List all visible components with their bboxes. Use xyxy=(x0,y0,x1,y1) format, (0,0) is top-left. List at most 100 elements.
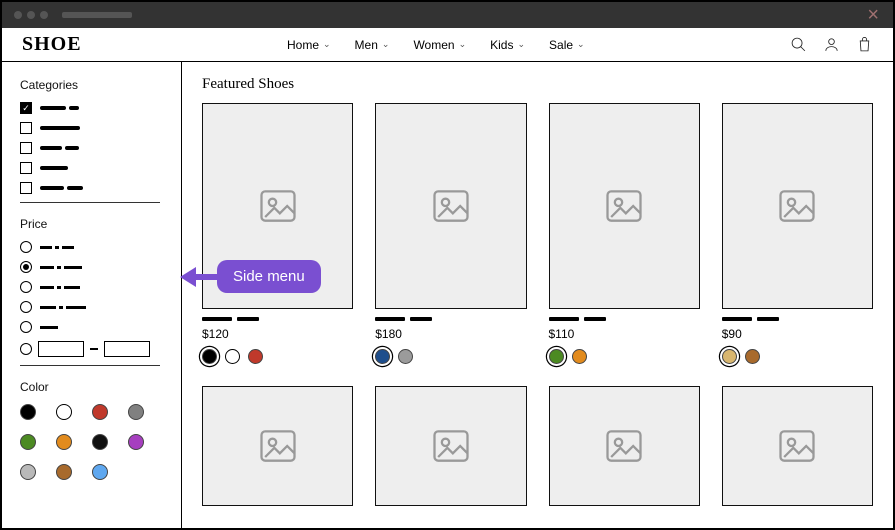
color-swatch[interactable] xyxy=(128,434,144,450)
product-image-placeholder xyxy=(202,103,353,309)
price-option[interactable] xyxy=(20,301,163,313)
nav-label: Home xyxy=(287,38,319,52)
price-label-placeholder xyxy=(40,246,74,249)
window-dot[interactable] xyxy=(27,11,35,19)
product-card[interactable]: $180 xyxy=(375,103,526,364)
product-price: $180 xyxy=(375,327,526,341)
divider xyxy=(20,365,160,366)
color-swatch[interactable] xyxy=(92,434,108,450)
window-frame: × SHOE Home ⌄ Men⌄ Women⌄ Kids⌄ Sale ⌄ Cat… xyxy=(0,0,895,530)
product-card[interactable] xyxy=(722,386,873,506)
category-option[interactable] xyxy=(20,122,163,134)
content: Categories Price xyxy=(2,62,893,528)
radio-icon[interactable] xyxy=(20,301,32,313)
product-card[interactable] xyxy=(549,386,700,506)
product-color-swatch[interactable] xyxy=(549,349,564,364)
close-icon[interactable]: × xyxy=(867,8,879,22)
nav-item-kids[interactable]: Kids⌄ xyxy=(490,38,525,52)
nav-label: Sale xyxy=(549,38,573,52)
category-label-placeholder xyxy=(40,106,79,110)
product-meta: $110 xyxy=(549,317,700,364)
product-card[interactable] xyxy=(375,386,526,506)
color-swatch[interactable] xyxy=(128,404,144,420)
checkbox-icon[interactable] xyxy=(20,182,32,194)
color-swatch[interactable] xyxy=(56,464,72,480)
nav-item-home[interactable]: Home ⌄ xyxy=(287,38,331,52)
price-option[interactable] xyxy=(20,281,163,293)
product-image-placeholder xyxy=(722,103,873,309)
price-option[interactable] xyxy=(20,261,163,273)
color-swatch[interactable] xyxy=(20,404,36,420)
window-dot[interactable] xyxy=(40,11,48,19)
sidebar: Categories Price xyxy=(2,62,182,528)
user-icon[interactable] xyxy=(823,36,840,53)
product-color-swatch[interactable] xyxy=(225,349,240,364)
titlebar: × xyxy=(2,2,893,28)
product-card[interactable]: $120 xyxy=(202,103,353,364)
product-name-placeholder xyxy=(549,317,700,321)
window-controls[interactable] xyxy=(14,11,48,19)
category-option[interactable] xyxy=(20,142,163,154)
category-option[interactable] xyxy=(20,162,163,174)
chevron-down-icon: ⌄ xyxy=(323,39,331,50)
color-swatch[interactable] xyxy=(56,404,72,420)
product-color-swatch[interactable] xyxy=(375,349,390,364)
radio-icon[interactable] xyxy=(20,281,32,293)
price-label-placeholder xyxy=(40,326,58,329)
checkbox-icon[interactable] xyxy=(20,162,32,174)
radio-icon[interactable] xyxy=(20,343,32,355)
category-option[interactable] xyxy=(20,102,163,114)
price-custom-range[interactable] xyxy=(20,341,163,357)
sidebar-categories: Categories xyxy=(20,78,163,203)
product-color-swatch[interactable] xyxy=(398,349,413,364)
price-option[interactable] xyxy=(20,241,163,253)
nav-item-men[interactable]: Men⌄ xyxy=(355,38,390,52)
color-swatch[interactable] xyxy=(92,464,108,480)
product-image-placeholder xyxy=(549,103,700,309)
range-dash xyxy=(90,348,98,350)
price-option[interactable] xyxy=(20,321,163,333)
product-color-swatch[interactable] xyxy=(572,349,587,364)
price-title: Price xyxy=(20,217,163,231)
radio-icon[interactable] xyxy=(20,321,32,333)
page-title: Featured Shoes xyxy=(202,76,873,93)
radio-selected-icon[interactable] xyxy=(20,261,32,273)
chevron-down-icon: ⌄ xyxy=(517,39,525,50)
nav-item-sale[interactable]: Sale ⌄ xyxy=(549,38,585,52)
color-swatch[interactable] xyxy=(92,404,108,420)
product-name-placeholder xyxy=(722,317,873,321)
navbar: SHOE Home ⌄ Men⌄ Women⌄ Kids⌄ Sale ⌄ xyxy=(2,28,893,62)
window-dot[interactable] xyxy=(14,11,22,19)
category-label-placeholder xyxy=(40,146,79,150)
product-image-placeholder xyxy=(202,386,353,506)
logo[interactable]: SHOE xyxy=(22,33,82,56)
product-image-placeholder xyxy=(549,386,700,506)
price-label-placeholder xyxy=(40,286,80,289)
color-swatch[interactable] xyxy=(20,434,36,450)
checkbox-icon[interactable] xyxy=(20,142,32,154)
price-max-input[interactable] xyxy=(104,341,150,357)
checkbox-icon[interactable] xyxy=(20,122,32,134)
category-label-placeholder xyxy=(40,166,68,170)
product-card[interactable]: $90 xyxy=(722,103,873,364)
product-color-swatch[interactable] xyxy=(202,349,217,364)
radio-icon[interactable] xyxy=(20,241,32,253)
sidebar-color: Color xyxy=(20,380,163,480)
nav-item-women[interactable]: Women⌄ xyxy=(413,38,466,52)
product-color-swatch[interactable] xyxy=(248,349,263,364)
price-min-input[interactable] xyxy=(38,341,84,357)
color-swatch[interactable] xyxy=(20,464,36,480)
checkbox-checked-icon[interactable] xyxy=(20,102,32,114)
color-swatch[interactable] xyxy=(56,434,72,450)
category-option[interactable] xyxy=(20,182,163,194)
bag-icon[interactable] xyxy=(856,36,873,53)
product-card[interactable] xyxy=(202,386,353,506)
product-image-placeholder xyxy=(722,386,873,506)
main: Featured Shoes $120 $180 $110 $90 xyxy=(182,62,893,528)
product-meta: $120 xyxy=(202,317,353,364)
product-color-swatch[interactable] xyxy=(722,349,737,364)
product-card[interactable]: $110 xyxy=(549,103,700,364)
search-icon[interactable] xyxy=(790,36,807,53)
chevron-down-icon: ⌄ xyxy=(577,39,585,50)
product-color-swatch[interactable] xyxy=(745,349,760,364)
